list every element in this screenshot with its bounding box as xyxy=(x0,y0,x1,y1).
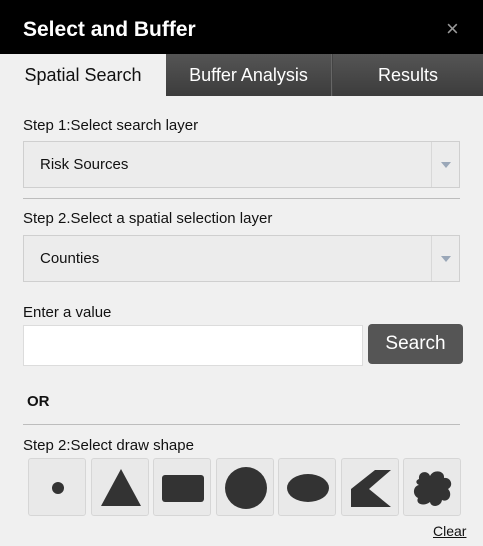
freehand-polygon-icon xyxy=(413,471,452,506)
search-button[interactable]: Search xyxy=(368,324,463,364)
tab-buffer-analysis[interactable]: Buffer Analysis xyxy=(166,54,332,96)
selection-layer-value: Counties xyxy=(40,250,100,267)
divider xyxy=(23,198,460,199)
draw-shape-label: Step 2:Select draw shape xyxy=(23,437,194,454)
title-bar: Select and Buffer × xyxy=(0,0,483,54)
draw-point-button[interactable] xyxy=(28,458,86,516)
point-icon xyxy=(52,482,64,494)
ellipse-icon xyxy=(287,474,329,502)
search-layer-value: Risk Sources xyxy=(40,156,129,173)
window-title: Select and Buffer xyxy=(23,18,196,41)
polygon-icon xyxy=(351,470,391,507)
dropdown-button[interactable] xyxy=(431,236,459,281)
draw-triangle-button[interactable] xyxy=(91,458,149,516)
selection-layer-select[interactable]: Counties xyxy=(23,235,460,282)
step1-label: Step 1:Select search layer xyxy=(23,117,199,134)
divider xyxy=(23,424,460,425)
step2-label: Step 2.Select a spatial selection layer xyxy=(23,210,273,227)
draw-circle-button[interactable] xyxy=(216,458,274,516)
draw-polygon-button[interactable] xyxy=(341,458,399,516)
value-input[interactable] xyxy=(23,325,363,366)
search-layer-select[interactable]: Risk Sources xyxy=(23,141,460,188)
rectangle-icon xyxy=(162,475,204,502)
tab-bar: Spatial Search Buffer Analysis Results xyxy=(0,54,483,96)
close-icon[interactable]: × xyxy=(446,16,459,42)
clear-link[interactable]: Clear xyxy=(433,523,466,539)
chevron-down-icon xyxy=(441,162,451,168)
circle-icon xyxy=(225,467,267,509)
chevron-down-icon xyxy=(441,256,451,262)
draw-ellipse-button[interactable] xyxy=(278,458,336,516)
value-label: Enter a value xyxy=(23,304,112,321)
tab-spatial-search[interactable]: Spatial Search xyxy=(0,54,166,96)
draw-rectangle-button[interactable] xyxy=(153,458,211,516)
or-label: OR xyxy=(27,393,50,410)
draw-freehand-button[interactable] xyxy=(403,458,461,516)
dropdown-button[interactable] xyxy=(431,142,459,187)
tab-results[interactable]: Results xyxy=(333,54,483,96)
triangle-icon xyxy=(101,469,141,506)
